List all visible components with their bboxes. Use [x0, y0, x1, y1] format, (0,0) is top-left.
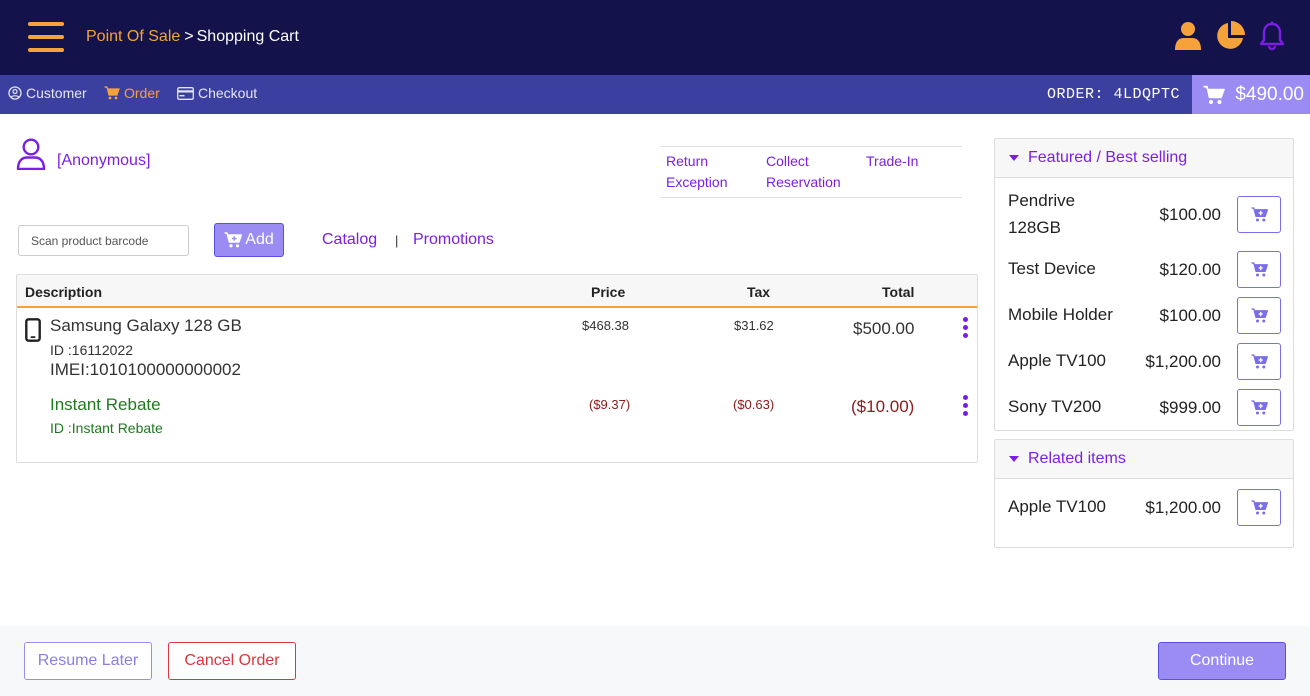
item-total: $500.00 [853, 319, 915, 338]
product-name: Pendrive 128GB [1008, 191, 1076, 237]
cart-plus-icon [1251, 207, 1268, 222]
add-to-cart-button[interactable] [1237, 389, 1281, 426]
add-to-cart-button[interactable] [1237, 251, 1281, 288]
order-number: ORDER: 4LDQPTC [1046, 86, 1180, 103]
order-actions: Return Exception Collect Reservation Tra… [661, 146, 962, 198]
caret-down-icon [1009, 155, 1019, 161]
nav-customer-label: Customer [26, 85, 87, 101]
add-to-cart-button[interactable] [1237, 343, 1281, 380]
collect-reservation-line-1: Collect [766, 153, 809, 169]
pie-chart-icon[interactable] [1214, 20, 1246, 52]
product-name: Mobile Holder [1008, 305, 1113, 324]
breadcrumb-separator: > [184, 28, 194, 45]
cart-plus-icon [224, 232, 243, 248]
item-tax: $31.62 [734, 318, 774, 333]
return-exception-line-2: Exception [666, 174, 728, 190]
cart-plus-icon [1251, 262, 1268, 277]
cart-plus-icon [1251, 400, 1268, 415]
add-to-cart-button[interactable] [1237, 489, 1281, 526]
breadcrumb-current: Shopping Cart [196, 28, 299, 45]
resume-later-button[interactable]: Resume Later [24, 642, 152, 680]
collect-reservation-link[interactable]: Collect Reservation [766, 151, 841, 193]
return-exception-link[interactable]: Return Exception [666, 151, 727, 193]
add-to-cart-button[interactable] [1237, 196, 1281, 233]
continue-button[interactable]: Continue [1158, 642, 1286, 680]
catalog-link[interactable]: Catalog [322, 231, 377, 249]
product-price: $1,200.00 [1145, 352, 1221, 371]
featured-panel: Featured / Best selling Pendrive 128GB $… [994, 138, 1294, 431]
scan-barcode-input[interactable] [18, 225, 189, 256]
customer-name-link[interactable]: [Anonymous] [57, 152, 150, 170]
product-name: Apple TV100 [1008, 351, 1106, 370]
related-panel: Related items Apple TV100 $1,200.00 [994, 439, 1294, 548]
user-circle-icon [8, 86, 22, 100]
cart-plus-icon [1251, 354, 1268, 369]
cancel-order-button[interactable]: Cancel Order [168, 642, 296, 680]
link-separator: | [395, 233, 399, 248]
header-description: Description [25, 284, 103, 300]
item-price: $468.38 [582, 318, 629, 333]
footer-bar: Resume Later Cancel Order Continue [0, 626, 1310, 696]
table-header: Description Price Tax Total [17, 275, 977, 308]
cart-icon [104, 86, 120, 100]
product-price: $1,200.00 [1145, 498, 1221, 517]
breadcrumb-root[interactable]: Point Of Sale [86, 28, 180, 45]
shopping-cart-icon [1203, 85, 1226, 104]
customer-user-icon [16, 138, 46, 175]
item-imei: IMEI:1010100000000002 [50, 360, 241, 379]
user-icon[interactable] [1172, 20, 1204, 52]
cart-total-button[interactable]: $490.00 [1192, 75, 1310, 114]
rebate-price: ($9.37) [589, 397, 631, 412]
header-total: Total [882, 284, 915, 300]
breadcrumb: Point Of Sale > Shopping Cart [86, 28, 299, 46]
collect-reservation-line-2: Reservation [766, 174, 841, 190]
item-name: Samsung Galaxy 128 GB [50, 316, 242, 335]
product-price: $100.00 [1159, 205, 1221, 224]
rebate-id: ID :Instant Rebate [50, 420, 163, 436]
related-panel-title: Related items [1028, 450, 1126, 467]
header-icons [1172, 20, 1288, 52]
product-name: Test Device [1008, 259, 1096, 278]
product-price: $999.00 [1159, 398, 1221, 417]
add-button-label: Add [245, 231, 274, 248]
return-exception-line-1: Return [666, 153, 709, 169]
header-price: Price [591, 284, 626, 300]
nav-customer[interactable]: Customer [8, 85, 87, 101]
rebate-name: Instant Rebate [50, 395, 161, 414]
rebate-tax: ($0.63) [733, 397, 775, 412]
related-panel-header[interactable]: Related items [995, 440, 1293, 479]
credit-card-icon [177, 86, 194, 100]
cart-plus-icon [1251, 308, 1268, 323]
product-name: Apple TV100 [1008, 497, 1106, 516]
nav-order[interactable]: Order [104, 85, 160, 101]
header-tax: Tax [747, 284, 771, 300]
featured-panel-title: Featured / Best selling [1028, 149, 1188, 166]
featured-panel-header[interactable]: Featured / Best selling [995, 139, 1293, 178]
product-price: $120.00 [1159, 260, 1221, 279]
caret-down-icon [1009, 456, 1019, 462]
sub-navigation: Customer Order Checkout ORDER: 4LDQPTC $… [0, 75, 1310, 114]
nav-checkout-label: Checkout [198, 85, 258, 101]
item-more-options-icon[interactable] [961, 317, 969, 338]
add-to-cart-button[interactable] [1237, 297, 1281, 334]
promotions-link[interactable]: Promotions [413, 231, 494, 249]
cart-plus-icon [1251, 500, 1268, 515]
top-header: Point Of Sale > Shopping Cart [0, 0, 1310, 75]
cart-total-amount: $490.00 [1235, 83, 1304, 105]
mobile-phone-icon [25, 318, 41, 342]
hamburger-menu-icon[interactable] [28, 22, 64, 52]
product-price: $100.00 [1159, 306, 1221, 325]
item-id: ID :16112022 [50, 342, 134, 358]
cart-table: Description Price Tax Total Samsung Gala… [16, 274, 978, 463]
trade-in-link[interactable]: Trade-In [866, 151, 918, 172]
nav-order-label: Order [124, 85, 160, 101]
add-button[interactable]: Add [214, 223, 284, 257]
bell-icon[interactable] [1256, 20, 1288, 52]
product-name: Sony TV200 [1008, 397, 1102, 416]
rebate-total: ($10.00) [851, 397, 915, 416]
nav-checkout[interactable]: Checkout [177, 85, 257, 101]
rebate-more-options-icon[interactable] [961, 395, 969, 416]
